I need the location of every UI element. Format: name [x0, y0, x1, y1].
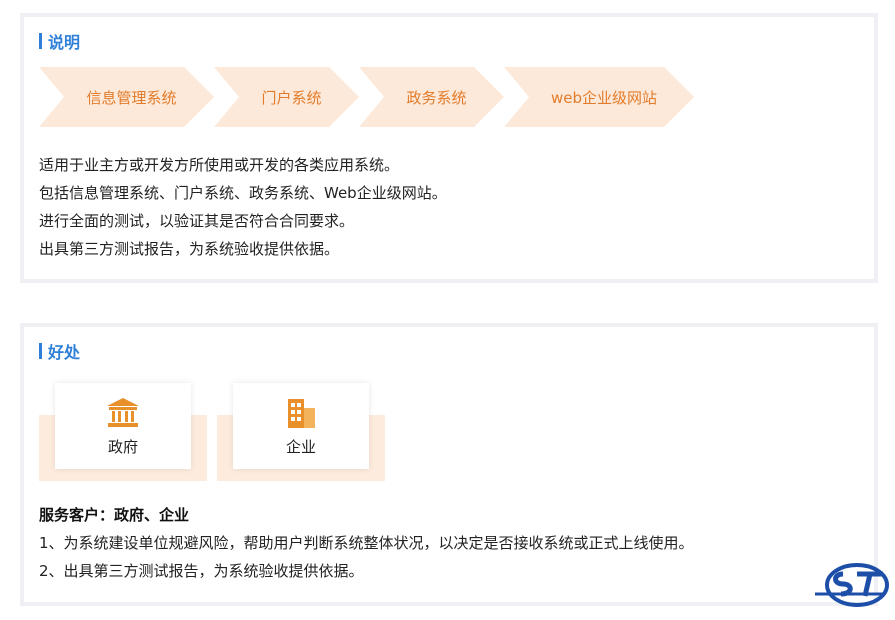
benefits-title-text: 好处 [48, 343, 81, 362]
benefit-line: 1、为系统建设单位规避风险，帮助用户判断系统整体状况，以决定是否接收系统或正式上… [39, 534, 694, 552]
benefits-heading: 服务客户：政府、企业 [39, 506, 190, 524]
step-web-enterprise: web企业级网站 [504, 67, 694, 127]
step-government: 政务系统 [359, 67, 504, 127]
title-accent-bar [39, 343, 42, 359]
customer-card-label: 企业 [285, 437, 316, 456]
title-accent-bar [39, 33, 42, 49]
intro-line: 适用于业主方或开发方所使用或开发的各类应用系统。 [39, 156, 400, 174]
customer-card-enterprise: 企业 [233, 383, 369, 469]
step-portal: 门户系统 [214, 67, 359, 127]
benefit-line: 2、出具第三方测试报告，为系统验收提供依据。 [39, 562, 364, 580]
company-logo-icon [815, 563, 889, 607]
customer-card-government: 政府 [55, 383, 191, 469]
system-types-flow: 信息管理系统 门户系统 政务系统 web企业级网站 [39, 67, 739, 127]
step-info-management: 信息管理系统 [39, 67, 214, 127]
benefits-section-title: 好处 [39, 341, 81, 362]
intro-line: 进行全面的测试，以验证其是否符合合同要求。 [39, 212, 355, 230]
intro-section-title: 说明 [39, 31, 81, 52]
enterprise-building-icon [288, 398, 315, 428]
benefits-panel: 好处 政府 企业 服务客户：政府、企业 1、为系统建设单位规避风险，帮助用户判断… [20, 323, 878, 606]
intro-line: 包括信息管理系统、门户系统、政务系统、Web企业级网站。 [39, 184, 447, 202]
customer-cards: 政府 企业 [39, 383, 399, 483]
intro-title-text: 说明 [48, 33, 81, 52]
intro-line: 出具第三方测试报告，为系统验收提供依据。 [39, 240, 340, 258]
intro-description: 适用于业主方或开发方所使用或开发的各类应用系统。 包括信息管理系统、门户系统、政… [39, 151, 447, 263]
intro-panel: 说明 信息管理系统 门户系统 政务系统 web企业级网站 适用于业主方或开发方所… [20, 13, 878, 283]
benefits-description: 服务客户：政府、企业 1、为系统建设单位规避风险，帮助用户判断系统整体状况，以决… [39, 501, 694, 585]
government-building-icon [107, 397, 139, 427]
customer-card-label: 政府 [107, 437, 138, 456]
